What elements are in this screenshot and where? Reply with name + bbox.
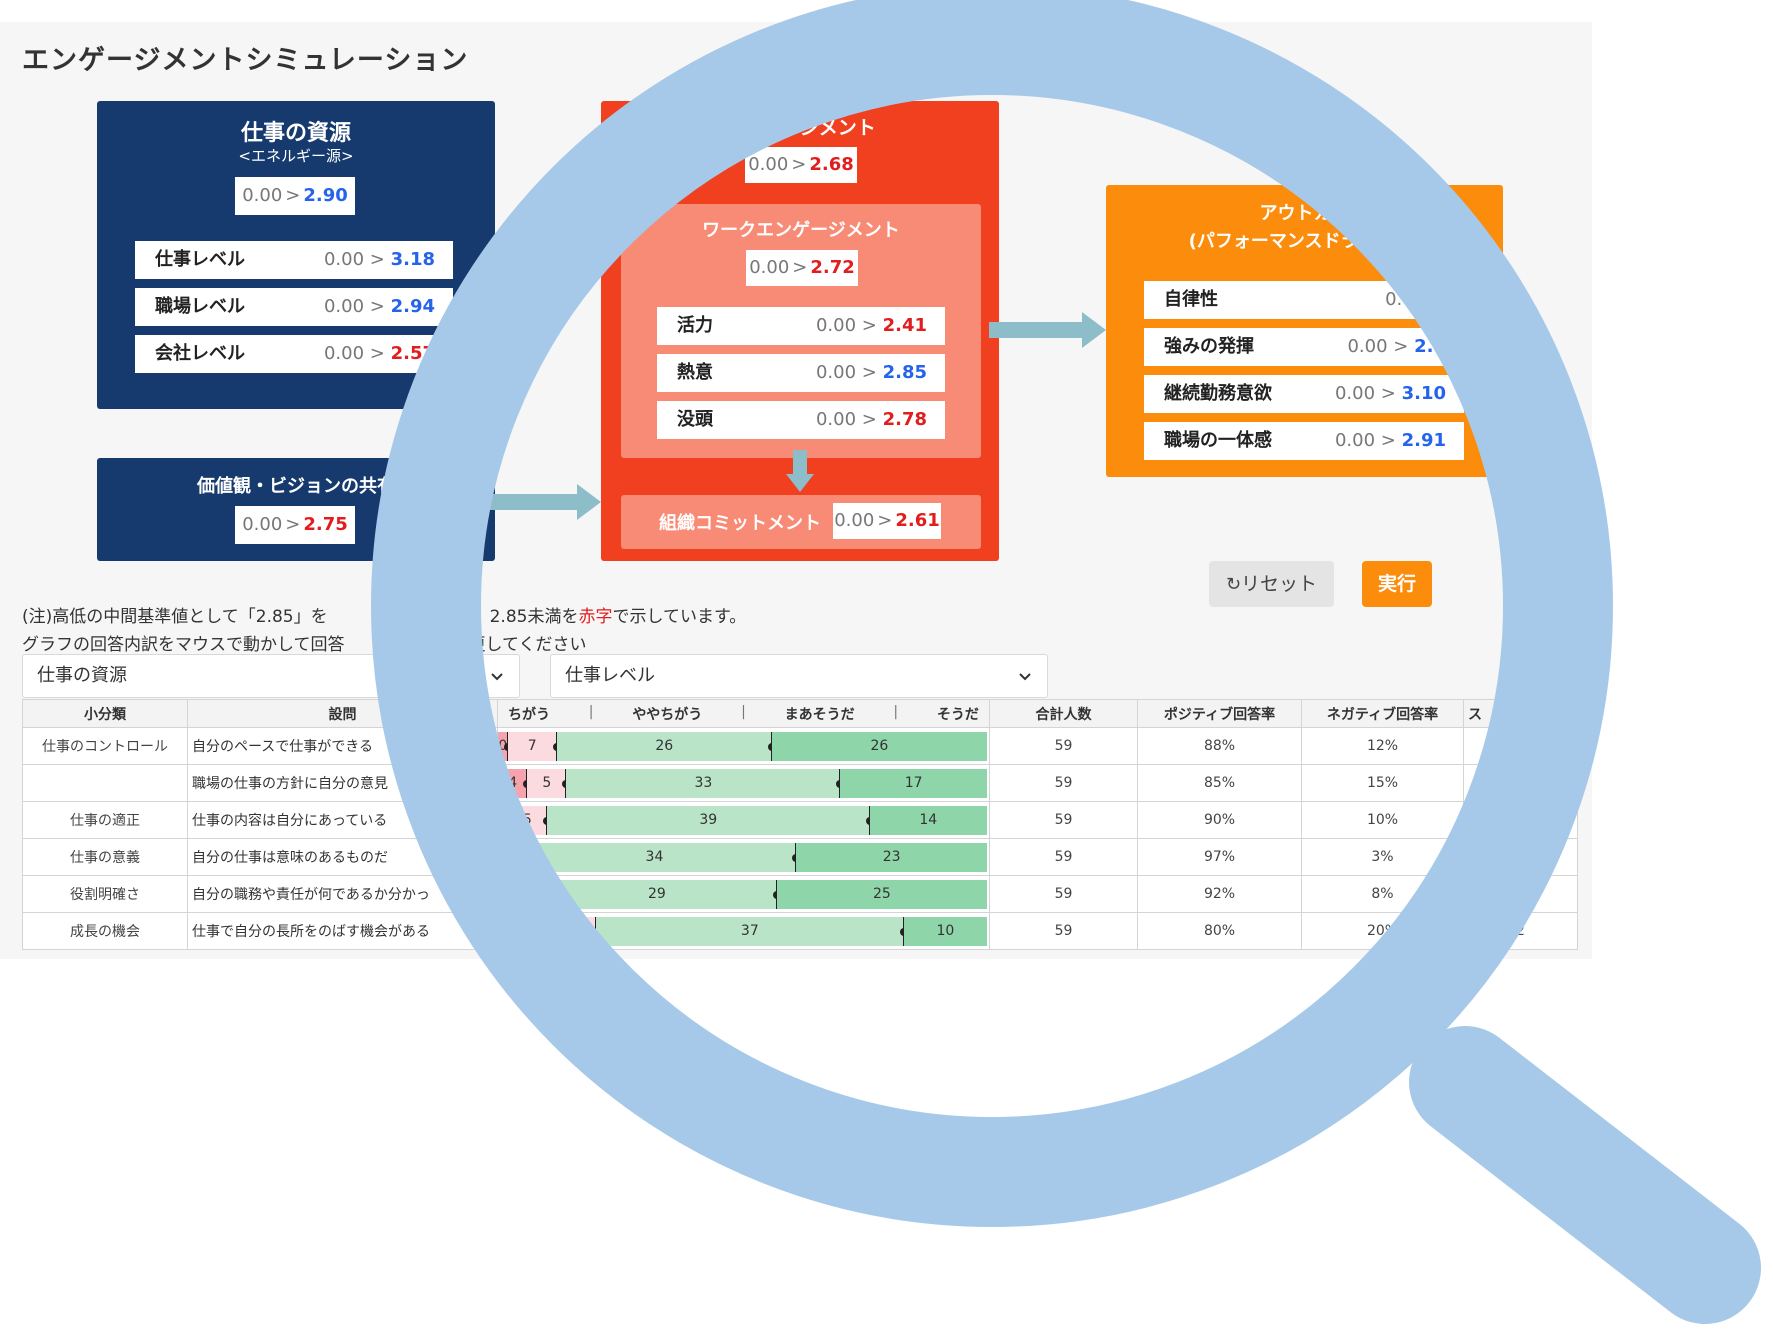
table-row: 役割明確さ 自分の職務や責任が何であるか分かっ 29 25 59 92% 8% [22, 875, 1578, 913]
response-segment: 25 [776, 880, 987, 909]
table-row: 職場の仕事の方針に自分の意見 4 5 33 17 59 85% 15% [22, 764, 1578, 802]
row-negative-rate: 20% [1301, 912, 1464, 950]
header-negative: ネガティブ回答率 [1301, 699, 1464, 728]
table-row: 仕事のコントロール 自分のペースで仕事ができる 0 7 26 26 59 88% 12% [22, 727, 1578, 765]
row-subcategory: 仕事のコントロール [22, 727, 188, 765]
level-select[interactable]: 仕事レベル [550, 654, 1048, 698]
response-segment: 33 [566, 769, 841, 798]
row-total: 59 [989, 875, 1138, 913]
chevron-down-icon [1019, 673, 1031, 681]
row-total: 59 [989, 801, 1138, 839]
response-segment [498, 917, 596, 946]
table-row: 仕事の意義 自分の仕事は意味のあるものだ 34 23 59 97% 3% [22, 838, 1578, 876]
chevron-down-icon [491, 673, 503, 681]
response-segment: 7 [507, 732, 557, 761]
note-line-2: グラフの回答内訳をマウスで動かして回答 を変更してください [22, 635, 587, 655]
row-score [1463, 875, 1578, 913]
run-button[interactable]: 実行 [1362, 561, 1432, 607]
response-segment: 39 [546, 806, 870, 835]
reset-icon: ↻ [1225, 574, 1242, 595]
response-bar[interactable]: 5 39 14 [497, 801, 990, 839]
header-positive: ポジティブ回答率 [1137, 699, 1302, 728]
response-bar-track[interactable]: 34 23 [498, 843, 988, 872]
row-negative-rate: 15% [1301, 764, 1464, 802]
header-scale: ちがう | ややちがう | まあそうだ | そうだ [497, 699, 990, 728]
header-total: 合計人数 [989, 699, 1138, 728]
row-total: 59 [989, 727, 1138, 765]
row-negative-rate: 3% [1301, 838, 1464, 876]
row-positive-rate: 92% [1137, 875, 1302, 913]
row-question: 自分のペースで仕事ができる [187, 727, 498, 765]
response-segment: 34 [512, 843, 797, 872]
response-segment: 10 [903, 917, 987, 946]
row-question: 自分の仕事は意味のあるものだ [187, 838, 498, 876]
category-select[interactable]: 仕事の資源 [22, 654, 520, 698]
response-segment: 17 [840, 769, 987, 798]
results-table: 小分類 設問 ちがう | ややちがう | まあそうだ | そうだ 合計人数 ポジ… [22, 699, 1578, 950]
row-positive-rate: 80% [1137, 912, 1302, 950]
row-subcategory [22, 764, 188, 802]
response-segment: 14 [869, 806, 987, 835]
row-score: 2 [1463, 912, 1578, 950]
header-sub: 小分類 [22, 699, 188, 728]
row-subcategory: 仕事の適正 [22, 801, 188, 839]
row-subcategory: 仕事の意義 [22, 838, 188, 876]
row-negative-rate: 12% [1301, 727, 1464, 765]
response-bar-track[interactable]: 37 10 [498, 917, 988, 946]
response-bar[interactable]: 34 23 [497, 838, 990, 876]
row-positive-rate: 88% [1137, 727, 1302, 765]
reset-button[interactable]: ↻リセット [1209, 561, 1334, 607]
row-score [1463, 838, 1578, 876]
row-negative-rate: 8% [1301, 875, 1464, 913]
row-score [1463, 727, 1578, 765]
response-bar[interactable]: 29 25 [497, 875, 990, 913]
row-positive-rate: 90% [1137, 801, 1302, 839]
row-question: 仕事の内容は自分にあっている [187, 801, 498, 839]
row-negative-rate: 10% [1301, 801, 1464, 839]
response-segment [498, 880, 538, 909]
arrow-work-to-commitment [786, 450, 814, 492]
table-row: 成長の機会 仕事で自分の長所をのばす機会がある 37 10 59 80% 20% 2 [22, 912, 1578, 950]
row-question: 仕事で自分の長所をのばす機会がある [187, 912, 498, 950]
row-subcategory: 役割明確さ [22, 875, 188, 913]
arrow-engagement-to-outcome [989, 312, 1106, 348]
row-total: 59 [989, 838, 1138, 876]
arrow-values-to-engagement [487, 484, 601, 520]
row-positive-rate: 97% [1137, 838, 1302, 876]
row-positive-rate: 85% [1137, 764, 1302, 802]
header-question: 設問 [187, 699, 498, 728]
response-segment: 23 [796, 843, 987, 872]
response-bar-track[interactable]: 29 25 [498, 880, 988, 909]
response-segment: 5 [507, 806, 547, 835]
response-bar[interactable]: 37 10 [497, 912, 990, 950]
response-bar[interactable]: 0 7 26 26 [497, 727, 990, 765]
row-total: 59 [989, 912, 1138, 950]
response-bar-track[interactable]: 5 39 14 [498, 806, 988, 835]
response-bar-track[interactable]: 0 7 26 26 [498, 732, 988, 761]
response-segment: 37 [595, 917, 904, 946]
note-line-1: (注)高低の中間基準値として「2.85」を 以上を青字、2.85未満を赤字で示して… [22, 607, 747, 627]
response-segment: 5 [527, 769, 567, 798]
table-row: 仕事の適正 仕事の内容は自分にあっている 5 39 14 59 90% 10% [22, 801, 1578, 839]
header-score: ス [1463, 699, 1578, 728]
row-question: 自分の職務や責任が何であるか分かっ [187, 875, 498, 913]
response-segment: 26 [771, 732, 987, 761]
row-score [1463, 801, 1578, 839]
table-header-row: 小分類 設問 ちがう | ややちがう | まあそうだ | そうだ 合計人数 ポジ… [22, 699, 1578, 728]
response-bar[interactable]: 4 5 33 17 [497, 764, 990, 802]
response-segment: 26 [556, 732, 772, 761]
row-score [1463, 764, 1578, 802]
row-question: 職場の仕事の方針に自分の意見 [187, 764, 498, 802]
row-total: 59 [989, 764, 1138, 802]
row-subcategory: 成長の機会 [22, 912, 188, 950]
response-segment: 29 [537, 880, 777, 909]
response-bar-track[interactable]: 4 5 33 17 [498, 769, 988, 798]
